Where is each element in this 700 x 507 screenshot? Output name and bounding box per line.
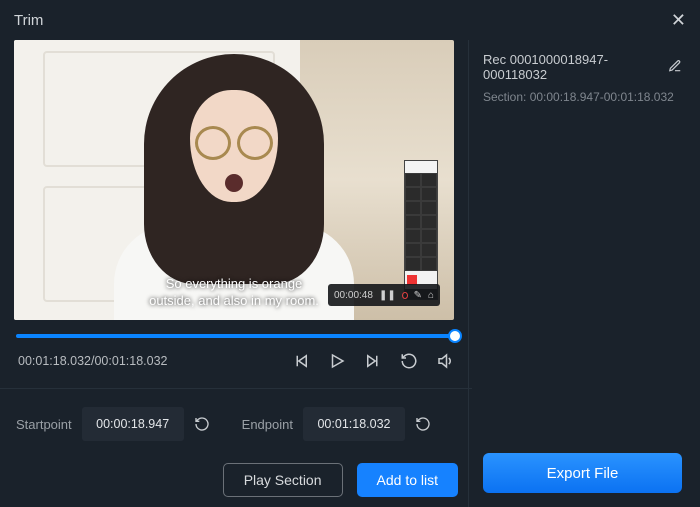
volume-icon[interactable] (436, 352, 454, 370)
caption-text: So everything is orange outside, and als… (80, 275, 388, 310)
close-icon[interactable]: ✕ (671, 10, 686, 31)
startpoint-input[interactable] (82, 407, 184, 441)
export-file-button[interactable]: Export File (483, 453, 682, 493)
section-range: Section: 00:00:18.947-00:01:18.032 (483, 90, 682, 104)
home-mini-icon: ⌂ (428, 290, 434, 301)
overlay-toolstrip (404, 160, 438, 300)
endpoint-input[interactable] (303, 407, 405, 441)
seek-bar[interactable] (16, 334, 456, 338)
playback-controls: 00:01:18.032/00:01:18.032 (14, 338, 458, 388)
pen-mini-icon: ✎ (414, 290, 422, 301)
endpoint-label: Endpoint (242, 417, 293, 432)
edit-name-icon[interactable] (668, 59, 682, 76)
endpoint-reset-icon[interactable] (415, 416, 431, 432)
startpoint-reset-icon[interactable] (194, 416, 210, 432)
next-frame-icon[interactable] (364, 352, 382, 370)
window-title: Trim (14, 12, 43, 29)
replay-icon[interactable] (400, 352, 418, 370)
video-preview[interactable]: 00:00:48 ❚❚ ✎ ⌂ So everything is orange … (14, 40, 454, 320)
time-display: 00:01:18.032/00:01:18.032 (18, 354, 274, 368)
prev-frame-icon[interactable] (292, 352, 310, 370)
play-icon[interactable] (328, 352, 346, 370)
play-section-button[interactable]: Play Section (223, 463, 343, 497)
seek-handle[interactable] (448, 329, 462, 343)
record-dot-icon (402, 292, 408, 299)
startpoint-label: Startpoint (16, 417, 72, 432)
add-to-list-button[interactable]: Add to list (357, 463, 458, 497)
titlebar: Trim ✕ (0, 0, 700, 40)
recording-name: Rec 0001000018947-000118032 (483, 52, 662, 82)
trim-inputs: Startpoint Endpoint (14, 389, 458, 455)
